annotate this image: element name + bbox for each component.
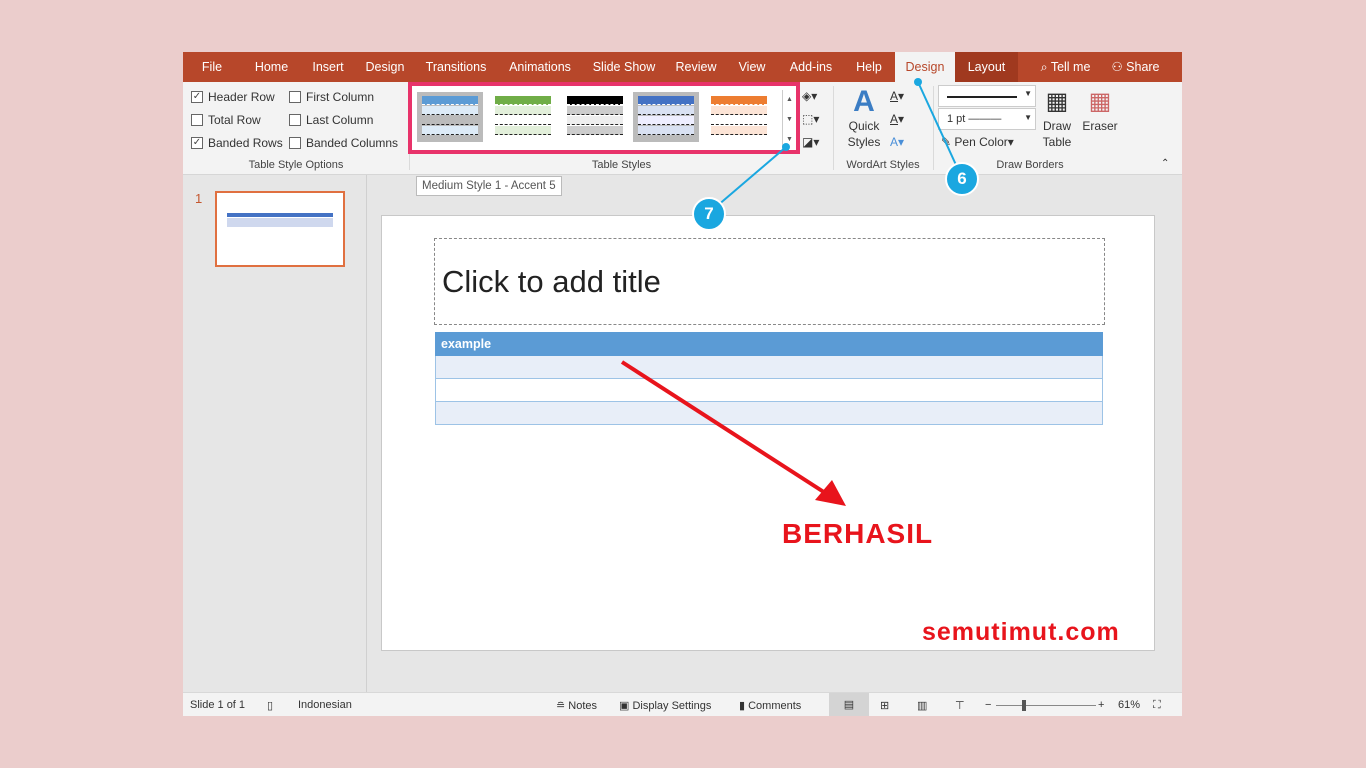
callout-dot-7 [782, 143, 790, 151]
callout-6: 6 [945, 162, 979, 196]
callout-dot-6 [914, 78, 922, 86]
annotation-overlay [620, 78, 963, 506]
callout-7: 7 [692, 197, 726, 231]
red-arrow-head [815, 480, 846, 506]
red-arrow [620, 360, 832, 498]
